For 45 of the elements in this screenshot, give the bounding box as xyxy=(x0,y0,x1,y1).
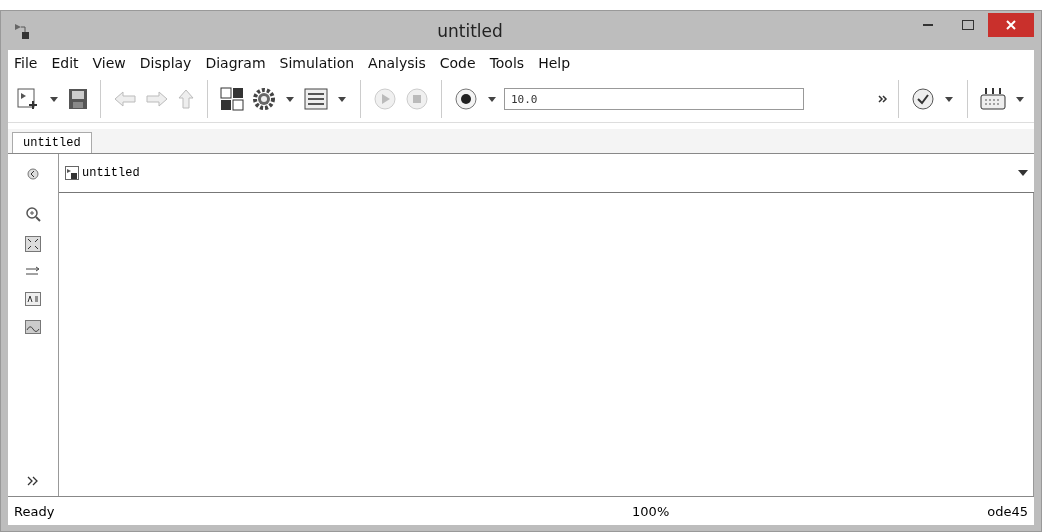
solver-name: ode45 xyxy=(987,503,1028,519)
caret-icon[interactable] xyxy=(50,96,58,102)
save-icon[interactable] xyxy=(66,86,90,112)
menu-item[interactable]: Help xyxy=(538,55,571,71)
window-title: untitled xyxy=(436,20,504,41)
model-explorer-icon[interactable] xyxy=(302,86,330,112)
menu-item[interactable]: Analysis xyxy=(368,55,426,71)
caret-icon[interactable] xyxy=(286,96,294,102)
minimize-icon xyxy=(923,24,933,26)
menu-item[interactable]: Code xyxy=(439,55,476,71)
menu-item[interactable]: Diagram xyxy=(205,55,266,71)
menu-item[interactable]: Edit xyxy=(51,55,79,71)
overflow-chevron-icon[interactable] xyxy=(878,95,888,103)
settings-icon[interactable] xyxy=(250,85,278,113)
zoom-level: 100% xyxy=(632,503,670,519)
zoom-in-icon[interactable] xyxy=(25,206,41,222)
hardware-board-icon[interactable] xyxy=(978,85,1008,113)
close-icon xyxy=(1006,20,1016,30)
caret-icon[interactable] xyxy=(488,96,496,102)
app-icon xyxy=(14,21,32,40)
caret-icon[interactable] xyxy=(1016,96,1024,102)
image-icon[interactable] xyxy=(25,320,41,334)
record-icon[interactable] xyxy=(452,85,480,113)
maximize-icon xyxy=(962,20,974,30)
arrows-icon[interactable] xyxy=(25,266,41,278)
menu-item[interactable]: File xyxy=(14,55,38,71)
fit-view-icon[interactable] xyxy=(25,236,41,252)
annotation-icon[interactable] xyxy=(25,292,41,306)
caret-icon[interactable] xyxy=(945,96,953,102)
stop-time-field[interactable]: 10.0 xyxy=(504,88,804,110)
expand-chevron-icon[interactable] xyxy=(27,476,39,486)
model-icon xyxy=(65,166,79,180)
library-browser-icon[interactable] xyxy=(218,85,246,113)
menu-item[interactable]: Tools xyxy=(489,55,525,71)
dropdown-caret-icon[interactable] xyxy=(1018,170,1028,176)
back-circle-icon[interactable] xyxy=(27,168,39,180)
menu-item[interactable]: Display xyxy=(139,55,192,71)
tab[interactable]: untitled xyxy=(12,132,92,153)
menu-item[interactable]: View xyxy=(92,55,126,71)
menu-item[interactable]: Simulation xyxy=(279,55,355,71)
check-icon[interactable] xyxy=(909,85,937,113)
status-text: Ready xyxy=(14,503,55,519)
close-button[interactable] xyxy=(988,13,1034,37)
caret-icon[interactable] xyxy=(338,96,346,102)
breadcrumb-path[interactable]: untitled xyxy=(82,166,1018,180)
